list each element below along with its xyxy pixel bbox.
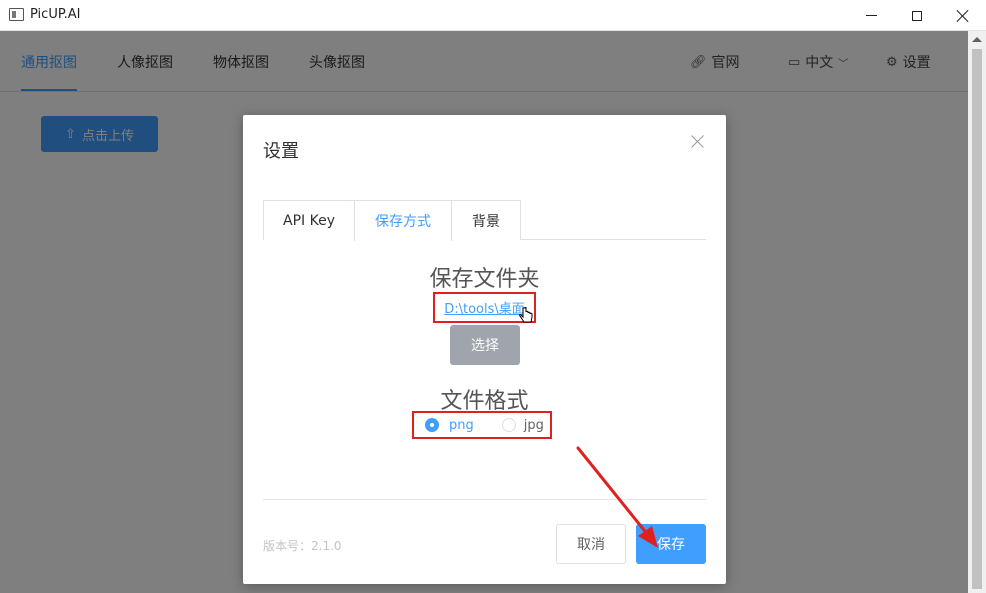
folder-section-title: 保存文件夹 (429, 267, 540, 292)
minimize-icon (865, 15, 877, 16)
version-text: 版本号：2.1.0 (263, 539, 342, 553)
app-icon (9, 8, 24, 21)
tab-background[interactable]: 背景 (451, 200, 521, 240)
radio-checked-icon (425, 418, 439, 432)
annotation-arrow-icon (576, 446, 658, 548)
format-highlight: png jpg (412, 411, 552, 439)
tab-save-method[interactable]: 保存方式 (354, 200, 452, 241)
minimize-button[interactable] (848, 0, 894, 31)
scroll-thumb[interactable] (972, 49, 982, 589)
radio-jpg[interactable]: jpg (501, 417, 544, 433)
select-folder-button[interactable]: 选择 (450, 325, 520, 365)
folder-path-link[interactable]: D:\tools\桌面 (444, 298, 525, 317)
maximize-button[interactable] (894, 0, 940, 31)
window-title: PicUP.AI (30, 7, 81, 22)
close-icon (957, 10, 969, 22)
dialog-tabs: API Key 保存方式 背景 (263, 200, 706, 241)
dialog-title: 设置 (263, 141, 299, 162)
hand-cursor-icon (519, 307, 533, 323)
scrollbar[interactable] (968, 31, 986, 593)
maximize-icon (912, 10, 922, 21)
title-bar: PicUP.AI (0, 0, 986, 31)
radio-png[interactable]: png (425, 418, 474, 433)
dialog-close-icon[interactable] (691, 135, 705, 149)
radio-jpg-label: jpg (523, 417, 544, 433)
close-window-button[interactable] (940, 0, 986, 31)
scroll-up-arrow-icon[interactable] (972, 37, 982, 42)
tab-api-key[interactable]: API Key (263, 200, 355, 240)
radio-unchecked-icon (501, 418, 516, 432)
radio-png-label: png (449, 417, 474, 433)
